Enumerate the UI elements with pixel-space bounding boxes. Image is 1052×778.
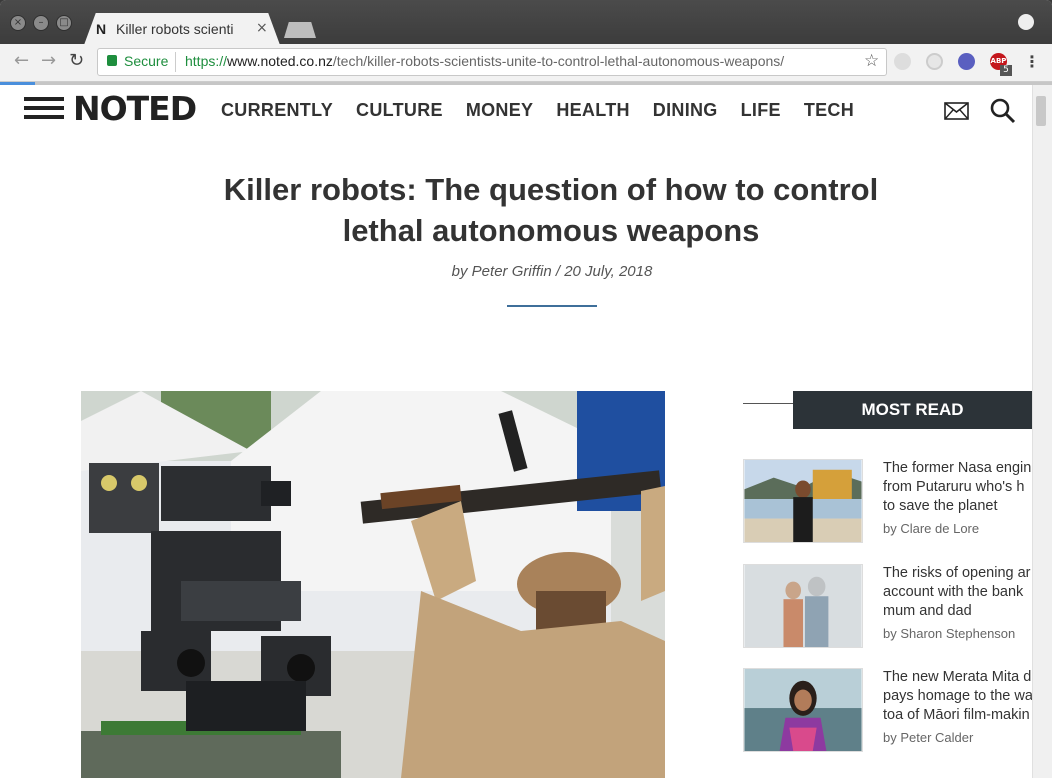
mail-icon[interactable] — [944, 102, 969, 120]
profile-icon[interactable] — [1018, 14, 1034, 30]
forward-icon[interactable]: → — [41, 50, 56, 71]
most-read-title[interactable]: The risks of opening ar account with the… — [883, 564, 1032, 621]
most-read-thumbnail[interactable] — [743, 459, 863, 543]
page-content: NOTED CURRENTLY CULTURE MONEY HEALTH DIN… — [0, 85, 1032, 778]
extension-3-icon[interactable] — [958, 53, 975, 70]
article-byline: by Peter Griffin / 20 July, 2018 — [451, 263, 653, 280]
page-scrollbar[interactable] — [1032, 85, 1052, 778]
nav-life[interactable]: LIFE — [741, 100, 781, 121]
browser-menu-icon[interactable]: ⋮ — [1024, 52, 1040, 71]
minimize-window-icon[interactable]: – — [33, 15, 49, 31]
maximize-window-icon[interactable]: □ — [56, 15, 72, 31]
extension-1-icon[interactable] — [894, 53, 911, 70]
url-host: www.noted.co.nz — [227, 53, 333, 69]
most-read-item[interactable]: The risks of opening ar account with the… — [743, 564, 1032, 654]
reload-icon[interactable]: ↻ — [69, 50, 84, 71]
most-read-author: by Peter Calder — [883, 730, 974, 745]
lock-icon — [107, 55, 117, 66]
main-nav: CURRENTLY CULTURE MONEY HEALTH DINING LI… — [221, 100, 854, 121]
most-read-item[interactable]: The new Merata Mita d pays homage to the… — [743, 668, 1032, 758]
headline-line-1: Killer robots: The question of how to co… — [223, 172, 879, 207]
hero-image — [81, 391, 665, 778]
tab-title[interactable]: Killer robots scienti — [116, 21, 248, 37]
back-icon[interactable]: ← — [14, 50, 29, 71]
nav-culture[interactable]: CULTURE — [356, 100, 443, 121]
hamburger-menu-icon[interactable] — [24, 97, 64, 119]
nav-health[interactable]: HEALTH — [556, 100, 629, 121]
most-read-heading: MOST READ — [793, 391, 1032, 429]
nav-tech[interactable]: TECH — [804, 100, 854, 121]
scrollbar-thumb[interactable] — [1036, 96, 1046, 126]
most-read-thumbnail[interactable] — [743, 668, 863, 752]
most-read-rule — [743, 403, 793, 404]
url-scheme: https:// — [185, 53, 228, 69]
nav-currently[interactable]: CURRENTLY — [221, 100, 333, 121]
most-read-author: by Clare de Lore — [883, 521, 980, 536]
extension-2-icon[interactable] — [926, 53, 943, 70]
headline-divider — [507, 305, 597, 307]
most-read-item[interactable]: The former Nasa engin from Putaruru who'… — [743, 459, 1032, 549]
most-read-thumbnail[interactable] — [743, 564, 863, 648]
url-text[interactable]: https://www.noted.co.nz/tech/killer-robo… — [185, 53, 784, 69]
new-tab-button[interactable] — [284, 22, 316, 38]
search-icon[interactable] — [990, 98, 1016, 124]
headline-line-2: lethal autonomous weapons — [342, 213, 760, 248]
nav-dining[interactable]: DINING — [653, 100, 718, 121]
most-read-author: by Sharon Stephenson — [883, 626, 1016, 641]
most-read-title[interactable]: The new Merata Mita d pays homage to the… — [883, 668, 1032, 725]
bookmark-star-icon[interactable]: ☆ — [864, 51, 879, 71]
secure-label: Secure — [124, 53, 169, 69]
site-logo[interactable]: NOTED — [73, 89, 197, 128]
url-path: /tech/killer-robots-scientists-unite-to-… — [332, 53, 785, 69]
adblock-count-badge: 5 — [1000, 65, 1012, 76]
nav-money[interactable]: MONEY — [466, 100, 534, 121]
tab-close-icon[interactable]: × — [256, 20, 268, 36]
browser-window: × – □ N Killer robots scienti × ← → ↻ Se… — [0, 0, 1052, 778]
close-window-icon[interactable]: × — [10, 15, 26, 31]
title-bar: × – □ N Killer robots scienti × — [0, 0, 1052, 45]
article-headline: Killer robots: The question of how to co… — [150, 169, 952, 251]
url-divider — [175, 52, 176, 72]
tab-favicon-icon: N — [96, 21, 107, 37]
most-read-title[interactable]: The former Nasa engin from Putaruru who'… — [883, 459, 1032, 516]
